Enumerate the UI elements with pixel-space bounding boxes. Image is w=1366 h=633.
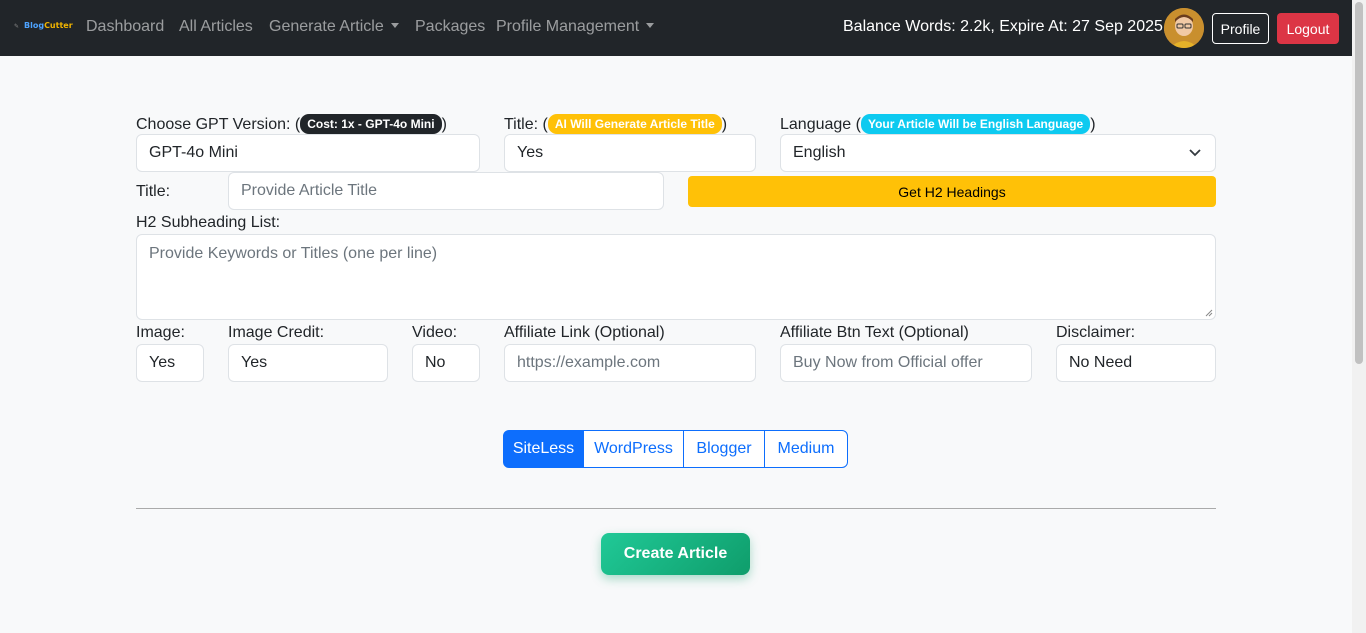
title-mode-label-close: ) — [721, 116, 728, 133]
image-label: Image: — [136, 324, 185, 341]
get-h2-headings-button[interactable]: Get H2 Headings — [688, 176, 1216, 207]
affiliate-link-input[interactable]: https://example.com — [504, 344, 756, 382]
language-label: Language (Your Article Will be English L… — [780, 114, 1096, 134]
platform-blogger-button[interactable]: Blogger — [683, 430, 765, 468]
create-article-button[interactable]: Create Article — [601, 533, 750, 575]
h2-list-textarea[interactable]: Provide Keywords or Titles (one per line… — [136, 234, 1216, 320]
affiliate-btn-text-input[interactable]: Buy Now from Official offer — [780, 344, 1032, 382]
brand-mark-icon: ✎ — [14, 23, 20, 30]
image-credit-label: Image Credit: — [228, 324, 325, 341]
article-title-label: Title: — [136, 183, 171, 200]
disclaimer-label: Disclaimer: — [1056, 324, 1136, 341]
scrollbar-thumb[interactable] — [1355, 2, 1363, 364]
gpt-version-label-close: ) — [441, 116, 447, 133]
chevron-down-icon — [646, 23, 655, 28]
language-label-text: Language ( — [780, 116, 861, 133]
balance-expiry-text: Balance Words: 2.2k, Expire At: 27 Sep 2… — [843, 18, 1168, 35]
nav-all-articles[interactable]: All Articles — [179, 18, 253, 36]
nav-dashboard[interactable]: Dashboard — [86, 18, 164, 36]
gpt-version-field[interactable]: GPT-4o Mini — [136, 134, 480, 172]
profile-button[interactable]: Profile — [1212, 13, 1269, 44]
affiliate-btn-text-label: Affiliate Btn Text (Optional) — [780, 324, 969, 341]
brand-logo[interactable]: ✎ BlogCutter — [14, 20, 73, 38]
affiliate-link-label: Affiliate Link (Optional) — [504, 324, 665, 341]
video-label: Video: — [412, 324, 458, 341]
brand-name-blog: Blog — [24, 21, 45, 30]
video-field[interactable]: No — [412, 344, 480, 382]
chevron-down-icon — [390, 23, 399, 28]
language-label-close: ) — [1090, 116, 1096, 133]
image-field[interactable]: Yes — [136, 344, 204, 382]
h2-list-label: H2 Subheading List: — [136, 214, 281, 231]
language-select[interactable]: English — [780, 134, 1216, 172]
title-mode-label-text: Title: ( — [504, 116, 548, 133]
avatar[interactable] — [1164, 8, 1204, 48]
title-mode-label: Title: (AI Will Generate Article Title) — [504, 114, 727, 134]
language-select-value: English — [793, 144, 846, 161]
image-credit-field[interactable]: Yes — [228, 344, 388, 382]
ai-title-badge: AI Will Generate Article Title — [547, 114, 722, 134]
cost-badge: Cost: 1x - GPT-4o Mini — [300, 114, 442, 134]
nav-generate-article-label: Generate Article — [269, 18, 384, 35]
nav-profile-management[interactable]: Profile Management — [496, 18, 655, 36]
language-badge: Your Article Will be English Language — [860, 114, 1091, 134]
platform-siteless-button[interactable]: SiteLess — [503, 430, 584, 468]
section-divider — [136, 508, 1216, 509]
gpt-version-label: Choose GPT Version: (Cost: 1x - GPT-4o M… — [136, 114, 447, 134]
page-scrollbar[interactable] — [1352, 0, 1366, 633]
chevron-down-icon — [1189, 149, 1201, 157]
top-navbar: ✎ BlogCutter Dashboard All Articles Gene… — [0, 0, 1352, 56]
title-mode-field[interactable]: Yes — [504, 134, 756, 172]
platform-medium-button[interactable]: Medium — [764, 430, 848, 468]
article-title-input[interactable]: Provide Article Title — [228, 172, 664, 210]
logout-button[interactable]: Logout — [1277, 13, 1339, 44]
nav-packages[interactable]: Packages — [415, 18, 485, 36]
nav-generate-article[interactable]: Generate Article — [269, 18, 399, 36]
nav-profile-management-label: Profile Management — [496, 18, 640, 35]
user-avatar-icon — [1164, 8, 1204, 48]
brand-name-cutter: Cutter — [44, 21, 73, 30]
resize-grip-icon[interactable] — [1205, 309, 1213, 317]
platform-button-group: SiteLess WordPress Blogger Medium — [503, 430, 848, 468]
disclaimer-field[interactable]: No Need — [1056, 344, 1216, 382]
gpt-version-label-text: Choose GPT Version: ( — [136, 116, 301, 133]
platform-wordpress-button[interactable]: WordPress — [583, 430, 684, 468]
h2-list-placeholder: Provide Keywords or Titles (one per line… — [149, 245, 438, 262]
